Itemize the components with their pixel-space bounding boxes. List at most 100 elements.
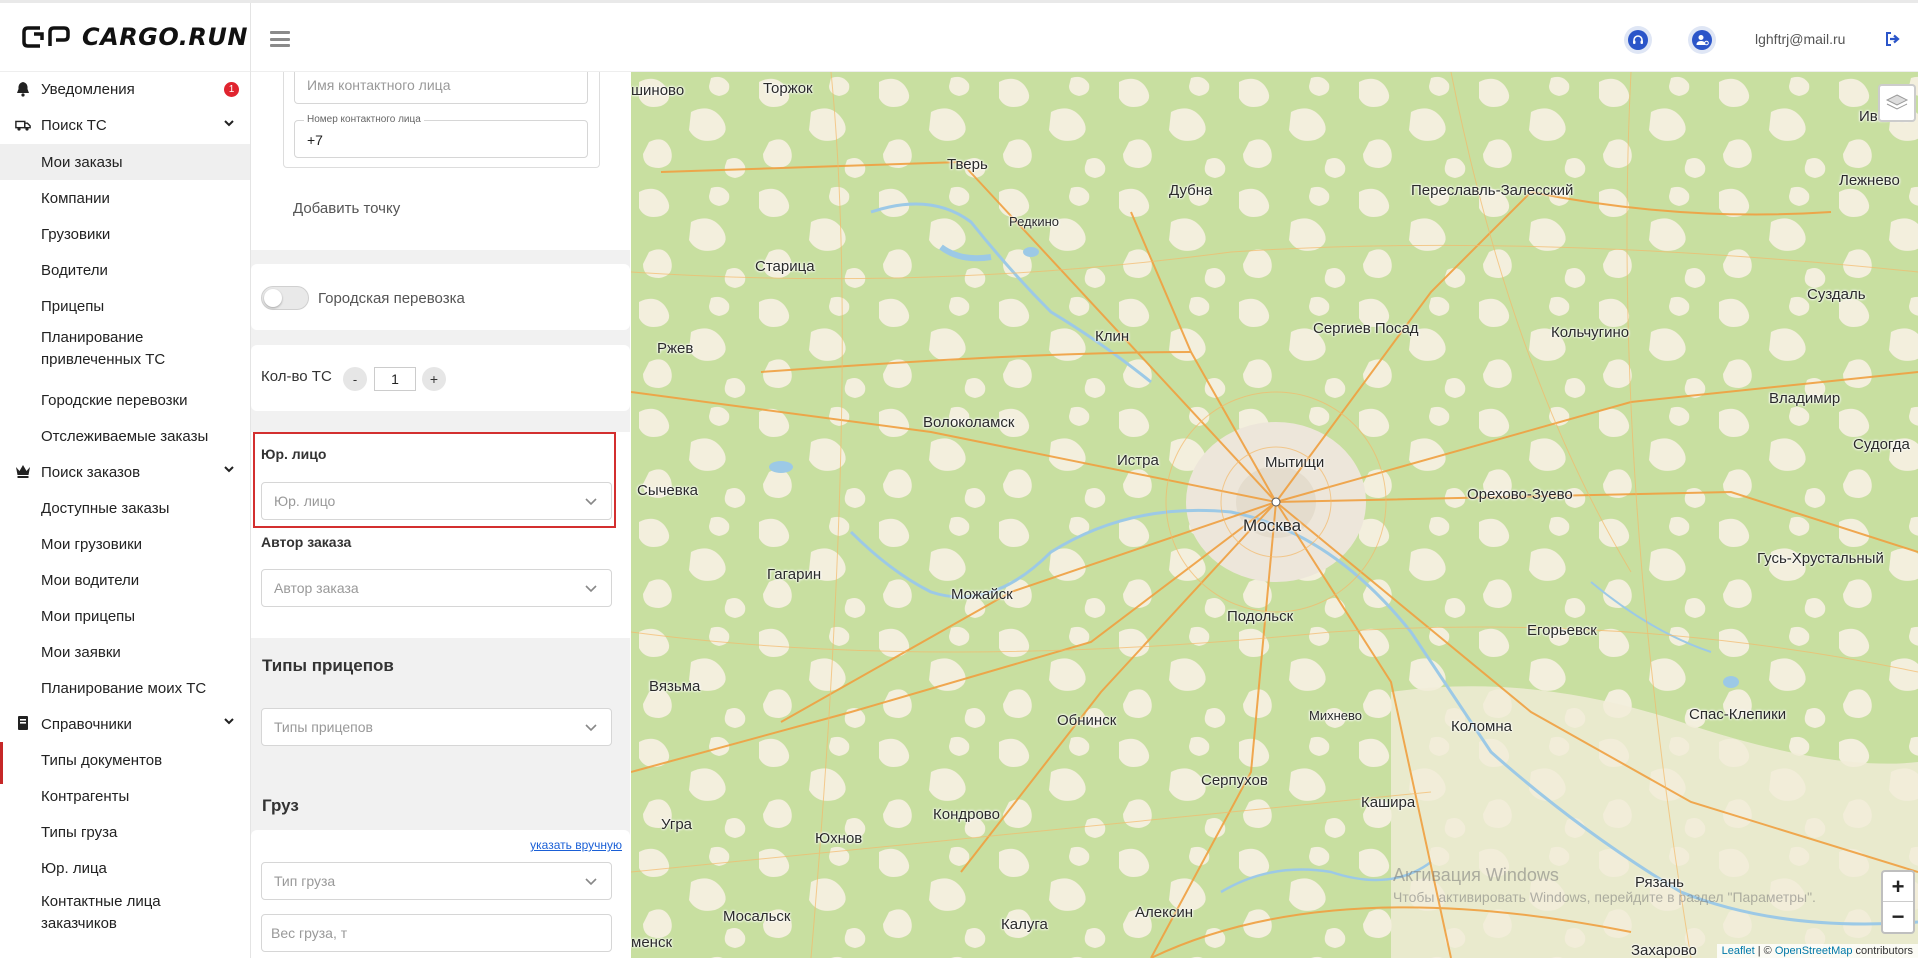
sidebar-item-my-orders[interactable]: Мои заказы — [0, 144, 250, 180]
map-city-label: Тверь — [947, 156, 988, 173]
contact-phone-input[interactable]: Номер контактного лица +7 — [294, 114, 588, 158]
contact-phone-value: +7 — [307, 132, 323, 148]
sidebar-section-label: Справочники — [41, 715, 132, 733]
legal-entity-placeholder: Юр. лицо — [274, 493, 336, 509]
user-settings-icon[interactable] — [1688, 26, 1716, 54]
menu-icon[interactable] — [270, 31, 290, 47]
map-city-label: Судогда — [1853, 436, 1910, 453]
zoom-in-button[interactable]: + — [1883, 872, 1913, 902]
vehicle-count-decrement-button[interactable]: - — [343, 367, 367, 391]
map-layers-button[interactable] — [1878, 84, 1916, 122]
map-city-label: Москва — [1243, 516, 1302, 535]
map-city-label: Клин — [1095, 328, 1130, 345]
sidebar-item-companies[interactable]: Компании — [0, 180, 250, 216]
manual-input-link[interactable]: указать вручную — [530, 838, 622, 852]
sidebar: Уведомления 1 Поиск ТС Мои заказы Компан… — [0, 72, 250, 958]
cargo-weight-input[interactable]: Вес груза, т — [261, 914, 612, 952]
sidebar-item-trailers[interactable]: Прицепы — [0, 288, 250, 324]
map-city-label: Юхнов — [815, 830, 863, 847]
vehicle-count-increment-button[interactable]: + — [422, 367, 446, 391]
legal-entity-select[interactable]: Юр. лицо — [261, 482, 612, 520]
app-header: CARGO.RUN lghftrj@mail.ru — [0, 3, 1918, 72]
legal-entity-title: Юр. лицо — [261, 446, 327, 462]
trailer-types-select[interactable]: Типы прицепов — [261, 708, 612, 746]
sidebar-section-directories[interactable]: Справочники — [0, 706, 250, 742]
legal-entity-card: Юр. лицо Юр. лицо Автор заказа Автор зак… — [251, 432, 630, 638]
sidebar-item-label: Грузовики — [41, 225, 111, 243]
map-city-label: Мытищи — [1265, 454, 1325, 471]
map-city-label: Можайск — [951, 586, 1013, 603]
sidebar-item-planning-mine[interactable]: Планирование моих ТС — [0, 670, 250, 706]
sidebar-section-order-search[interactable]: Поиск заказов — [0, 454, 250, 490]
vehicle-count-input[interactable]: 1 — [374, 367, 416, 391]
add-point-button[interactable]: Добавить точку — [293, 200, 400, 217]
user-email[interactable]: lghftrj@mail.ru — [1755, 31, 1845, 47]
chevron-down-icon — [585, 878, 597, 886]
sidebar-item-label: Типы груза — [41, 823, 118, 841]
map-city-label: Торжок — [763, 80, 813, 97]
sidebar-item-my-trailers[interactable]: Мои прицепы — [0, 598, 250, 634]
map-city-label: Кондрово — [933, 806, 1000, 823]
sidebar-item-my-trucks[interactable]: Мои грузовики — [0, 526, 250, 562]
sidebar-item-label: Водители — [41, 261, 108, 279]
sidebar-item-legal-entities[interactable]: Юр. лица — [0, 850, 250, 886]
leaflet-link[interactable]: Leaflet — [1722, 945, 1755, 957]
contact-name-placeholder: Имя контактного лица — [307, 77, 451, 93]
sidebar-item-my-requests[interactable]: Мои заявки — [0, 634, 250, 670]
cargo-title: Груз — [262, 796, 299, 815]
map-city-label: Спас-Клепики — [1689, 706, 1787, 723]
sidebar-item-tracked-orders[interactable]: Отслеживаемые заказы — [0, 418, 250, 454]
sidebar-item-label: Компании — [41, 189, 110, 207]
sidebar-item-label: Уведомления — [41, 80, 135, 98]
support-icon[interactable] — [1624, 26, 1652, 54]
sidebar-item-planning-attached[interactable]: Планирование привлеченных ТС — [0, 326, 250, 372]
map-city-label: менск — [631, 934, 673, 951]
map-city-label: Обнинск — [1057, 712, 1117, 729]
contact-name-input[interactable]: Имя контактного лица — [294, 72, 588, 104]
cargo-card: указать вручную Тип груза Вес груза, т — [251, 830, 630, 958]
map-city-label: Михнево — [1309, 708, 1362, 723]
cargo-type-select[interactable]: Тип груза — [261, 862, 612, 900]
route-point-card: Имя контактного лица Номер контактного л… — [251, 72, 630, 250]
cargo-weight-placeholder: Вес груза, т — [271, 925, 348, 941]
chevron-down-icon — [585, 724, 597, 732]
sidebar-item-trucks[interactable]: Грузовики — [0, 216, 250, 252]
logo[interactable]: CARGO.RUN — [22, 21, 248, 53]
map-tiles — [631, 72, 1918, 958]
author-title: Автор заказа — [261, 534, 352, 550]
attribution-separator: | © — [1754, 945, 1775, 957]
sidebar-item-counterparties[interactable]: Контрагенты — [0, 778, 250, 814]
sidebar-item-label: Мои заявки — [41, 643, 121, 661]
sidebar-item-label: Планирование моих ТС — [41, 679, 207, 697]
sidebar-section-label: Поиск заказов — [41, 463, 141, 481]
sidebar-item-notifications[interactable]: Уведомления 1 — [0, 72, 250, 106]
map-city-label: Серпухов — [1201, 772, 1268, 789]
sidebar-item-label: Отслеживаемые заказы — [41, 427, 209, 445]
city-transport-toggle[interactable] — [261, 286, 309, 310]
sidebar-item-city-transport[interactable]: Городские перевозки — [0, 382, 250, 418]
truck-icon — [15, 120, 31, 131]
map-city-label: Коломна — [1451, 718, 1512, 735]
sidebar-item-drivers[interactable]: Водители — [0, 252, 250, 288]
logout-icon[interactable] — [1885, 32, 1901, 46]
attribution-suffix: contributors — [1852, 945, 1913, 957]
order-form: Имя контактного лица Номер контактного л… — [251, 72, 630, 958]
map-city-label: Гагарин — [767, 566, 822, 583]
sidebar-item-customer-contacts[interactable]: Контактные лица заказчиков — [0, 890, 250, 936]
author-select[interactable]: Автор заказа — [261, 569, 612, 607]
map[interactable]: шиново Торжок Иванов Тверь Дубна Пересла… — [631, 72, 1918, 958]
sidebar-item-label: Мои прицепы — [41, 607, 136, 625]
zoom-out-button[interactable]: − — [1883, 902, 1913, 931]
map-city-label: шиново — [631, 82, 685, 99]
sidebar-section-label: Поиск ТС — [41, 116, 107, 134]
sidebar-item-available-orders[interactable]: Доступные заказы — [0, 490, 250, 526]
sidebar-item-doc-types[interactable]: Типы документов — [0, 742, 250, 778]
map-city-label: Гусь-Хрустальный — [1757, 550, 1884, 567]
sidebar-item-my-drivers[interactable]: Мои водители — [0, 562, 250, 598]
map-city-label: Алексин — [1135, 904, 1193, 921]
sidebar-item-label: Мои грузовики — [41, 535, 143, 553]
sidebar-item-label: Мои водители — [41, 571, 140, 589]
sidebar-section-vehicle-search[interactable]: Поиск ТС — [0, 108, 250, 142]
osm-link[interactable]: OpenStreetMap — [1775, 945, 1853, 957]
sidebar-item-cargo-types[interactable]: Типы груза — [0, 814, 250, 850]
